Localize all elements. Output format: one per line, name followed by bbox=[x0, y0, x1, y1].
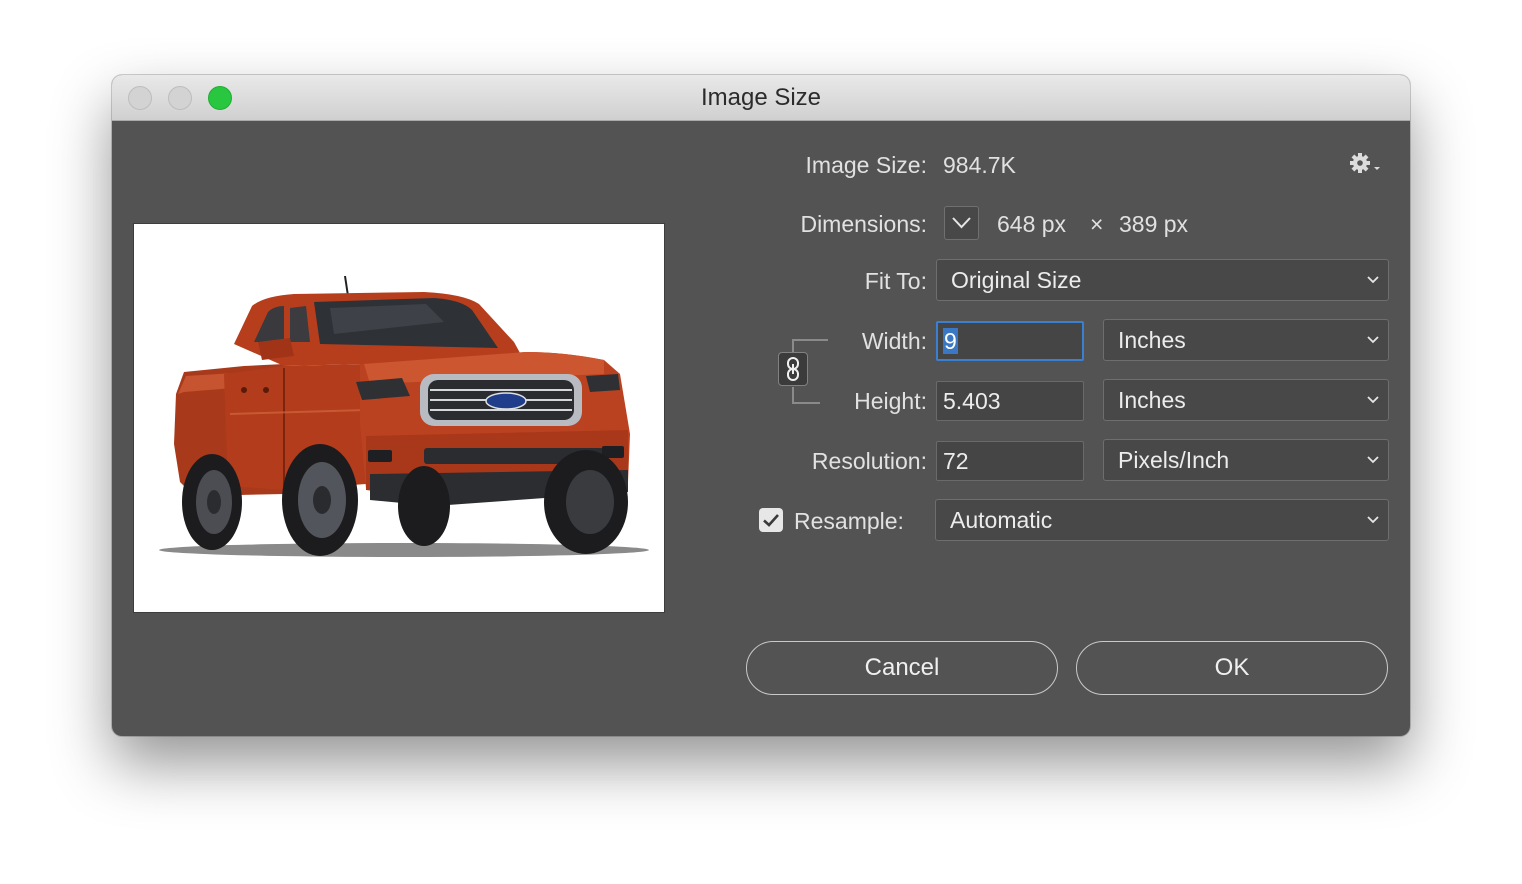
image-size-dialog: Image Size Image Size: 984.7K Dimensions… bbox=[112, 75, 1410, 736]
constrain-bracket-bottom bbox=[792, 387, 820, 404]
cancel-button[interactable]: Cancel bbox=[746, 641, 1058, 695]
resample-checkbox[interactable] bbox=[759, 508, 783, 532]
height-input-value: 5.403 bbox=[943, 388, 1001, 414]
resolution-unit-value: Pixels/Inch bbox=[1118, 447, 1230, 473]
resolution-input[interactable]: 72 bbox=[936, 441, 1084, 481]
image-size-value: 984.7K bbox=[943, 152, 1016, 178]
height-unit-select[interactable]: Inches bbox=[1103, 379, 1389, 421]
chevron-down-icon bbox=[952, 217, 971, 229]
height-input[interactable]: 5.403 bbox=[936, 381, 1084, 421]
title-bar[interactable]: Image Size bbox=[112, 75, 1410, 121]
chevron-down-icon bbox=[1367, 396, 1379, 404]
resolution-unit-select[interactable]: Pixels/Inch bbox=[1103, 439, 1389, 481]
chevron-down-icon bbox=[1367, 276, 1379, 284]
width-unit-value: Inches bbox=[1118, 327, 1186, 353]
dimensions-menu-button[interactable] bbox=[944, 206, 979, 240]
resolution-label: Resolution: bbox=[811, 448, 927, 474]
width-label: Width: bbox=[861, 328, 927, 354]
image-preview[interactable] bbox=[133, 223, 665, 613]
ok-button[interactable]: OK bbox=[1076, 641, 1388, 695]
truck-image bbox=[159, 275, 649, 557]
dialog-title: Image Size bbox=[700, 84, 822, 111]
fit-to-label: Fit To: bbox=[864, 268, 927, 294]
image-size-label: Image Size: bbox=[805, 152, 927, 178]
constrain-bracket-top bbox=[792, 339, 828, 353]
dimensions-label: Dimensions: bbox=[800, 211, 927, 237]
chevron-down-icon bbox=[1367, 516, 1379, 524]
gear-icon[interactable] bbox=[1349, 151, 1385, 177]
resample-value: Automatic bbox=[950, 507, 1053, 533]
fit-to-value: Original Size bbox=[951, 267, 1082, 293]
chevron-down-icon bbox=[1367, 336, 1379, 344]
chevron-down-icon bbox=[1367, 456, 1379, 464]
dimensions-times-sign: × bbox=[1090, 211, 1104, 237]
width-input[interactable]: 9 bbox=[936, 321, 1084, 361]
resolution-input-value: 72 bbox=[943, 448, 969, 474]
resample-label: Resample: bbox=[794, 508, 904, 534]
width-unit-select[interactable]: Inches bbox=[1103, 319, 1389, 361]
fit-to-select[interactable]: Original Size bbox=[936, 259, 1389, 301]
height-label: Height: bbox=[854, 388, 927, 414]
constrain-proportions-button[interactable] bbox=[778, 352, 808, 386]
dimensions-height-value: 389 px bbox=[1119, 211, 1189, 237]
chain-link-icon bbox=[787, 357, 799, 381]
width-input-value: 9 bbox=[943, 328, 958, 354]
checkmark-icon bbox=[763, 514, 779, 527]
height-unit-value: Inches bbox=[1118, 387, 1186, 413]
dimensions-width-value: 648 px bbox=[997, 211, 1067, 237]
resample-select[interactable]: Automatic bbox=[935, 499, 1389, 541]
